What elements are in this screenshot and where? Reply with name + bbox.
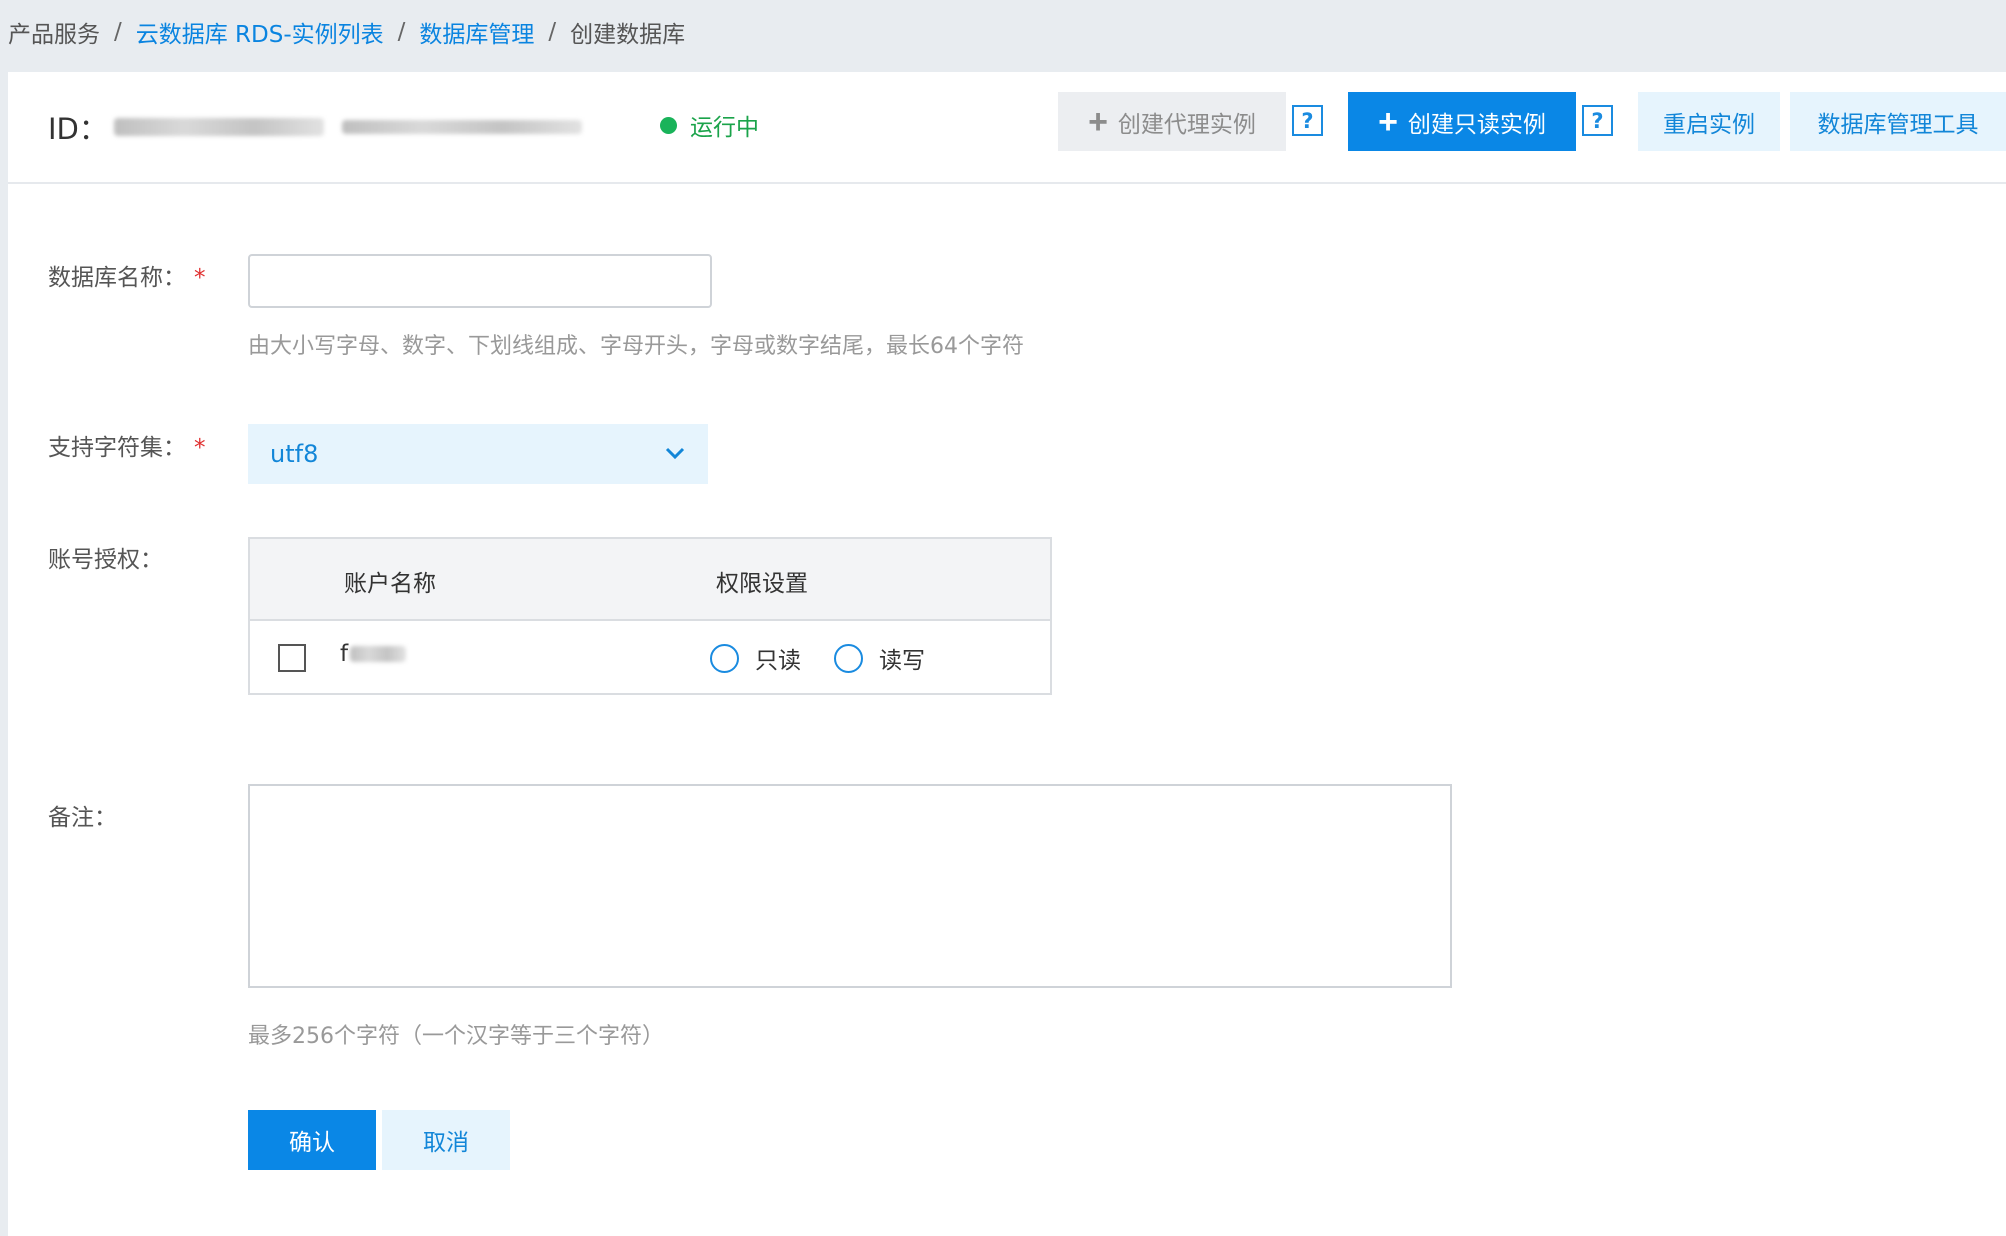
required-mark: * bbox=[194, 265, 206, 291]
redacted-account bbox=[350, 646, 407, 662]
status-text: 运行中 bbox=[690, 115, 759, 141]
required-mark: * bbox=[194, 435, 206, 461]
main-panel: ID： 运行中 + 创建代理实例 ? + 创建只读实例 ? 重启实例 数据库管理… bbox=[8, 72, 2006, 1236]
instance-id: ID： bbox=[48, 106, 582, 148]
db-name-hint: 由大小写字母、数字、下划线组成、字母开头，字母或数字结尾，最长64个字符 bbox=[248, 334, 1024, 359]
status-badge: 运行中 bbox=[660, 108, 759, 142]
permission-readwrite-radio[interactable]: 读写 bbox=[834, 641, 925, 675]
plus-icon: + bbox=[1378, 102, 1398, 141]
breadcrumb-item-products: 产品服务 bbox=[8, 22, 100, 48]
breadcrumb: 产品服务 / 云数据库 RDS-实例列表 / 数据库管理 / 创建数据库 bbox=[8, 14, 685, 50]
redacted-id bbox=[113, 118, 324, 136]
table-row: f 只读 读写 bbox=[250, 621, 1050, 693]
breadcrumb-current: 创建数据库 bbox=[570, 22, 686, 48]
account-name: f bbox=[340, 641, 407, 667]
cancel-button[interactable]: 取消 bbox=[382, 1110, 510, 1170]
instance-header: ID： 运行中 + 创建代理实例 ? + 创建只读实例 ? 重启实例 数据库管理… bbox=[8, 72, 2006, 184]
status-dot-icon bbox=[660, 116, 677, 134]
db-name-label-text: 数据库名称： bbox=[48, 265, 186, 291]
permission-readonly-radio[interactable]: 只读 bbox=[710, 641, 801, 675]
charset-label: 支持字符集： * bbox=[48, 428, 206, 462]
breadcrumb-separator: / bbox=[114, 19, 122, 45]
confirm-button[interactable]: 确认 bbox=[248, 1110, 376, 1170]
charset-selected-value: utf8 bbox=[270, 440, 319, 468]
radio-circle-icon[interactable] bbox=[710, 643, 739, 673]
column-account-name: 账户名称 bbox=[344, 571, 436, 597]
db-management-tool-button[interactable]: 数据库管理工具 bbox=[1790, 92, 2006, 151]
instance-id-label: ID： bbox=[48, 112, 108, 146]
create-readonly-instance-label: 创建只读实例 bbox=[1407, 110, 1546, 137]
account-table: 账户名称 权限设置 f 只读 读写 bbox=[248, 537, 1052, 695]
create-proxy-instance-label: 创建代理实例 bbox=[1117, 110, 1256, 137]
account-auth-label: 账号授权： bbox=[48, 547, 163, 573]
breadcrumb-separator: / bbox=[397, 19, 406, 45]
permission-readwrite-label: 读写 bbox=[879, 648, 925, 674]
charset-select[interactable]: utf8 bbox=[248, 424, 708, 484]
account-name-text: f bbox=[340, 641, 349, 667]
remark-hint: 最多256个字符（一个汉字等于三个字符） bbox=[248, 1024, 664, 1049]
plus-icon: + bbox=[1088, 102, 1108, 141]
restart-instance-button[interactable]: 重启实例 bbox=[1638, 92, 1780, 151]
db-name-input[interactable] bbox=[248, 254, 712, 308]
chevron-down-icon bbox=[665, 447, 685, 460]
radio-circle-icon[interactable] bbox=[834, 643, 863, 673]
breadcrumb-link-instance-list[interactable]: 云数据库 RDS-实例列表 bbox=[136, 15, 384, 49]
create-readonly-instance-button[interactable]: + 创建只读实例 bbox=[1348, 92, 1576, 151]
breadcrumb-separator: / bbox=[548, 19, 557, 45]
remark-textarea[interactable] bbox=[248, 784, 1452, 988]
redacted-name bbox=[341, 120, 582, 134]
account-checkbox[interactable] bbox=[278, 644, 306, 672]
breadcrumb-link-db-management[interactable]: 数据库管理 bbox=[419, 15, 534, 49]
column-permission: 权限设置 bbox=[716, 571, 808, 597]
db-name-label: 数据库名称： * bbox=[48, 258, 206, 292]
permission-readonly-label: 只读 bbox=[755, 648, 801, 674]
remark-label: 备注： bbox=[48, 805, 117, 831]
create-proxy-instance-button[interactable]: + 创建代理实例 bbox=[1058, 92, 1286, 151]
help-icon[interactable]: ? bbox=[1582, 105, 1613, 136]
charset-label-text: 支持字符集： bbox=[48, 435, 186, 461]
account-table-header: 账户名称 权限设置 bbox=[250, 539, 1050, 621]
help-icon[interactable]: ? bbox=[1292, 105, 1323, 136]
